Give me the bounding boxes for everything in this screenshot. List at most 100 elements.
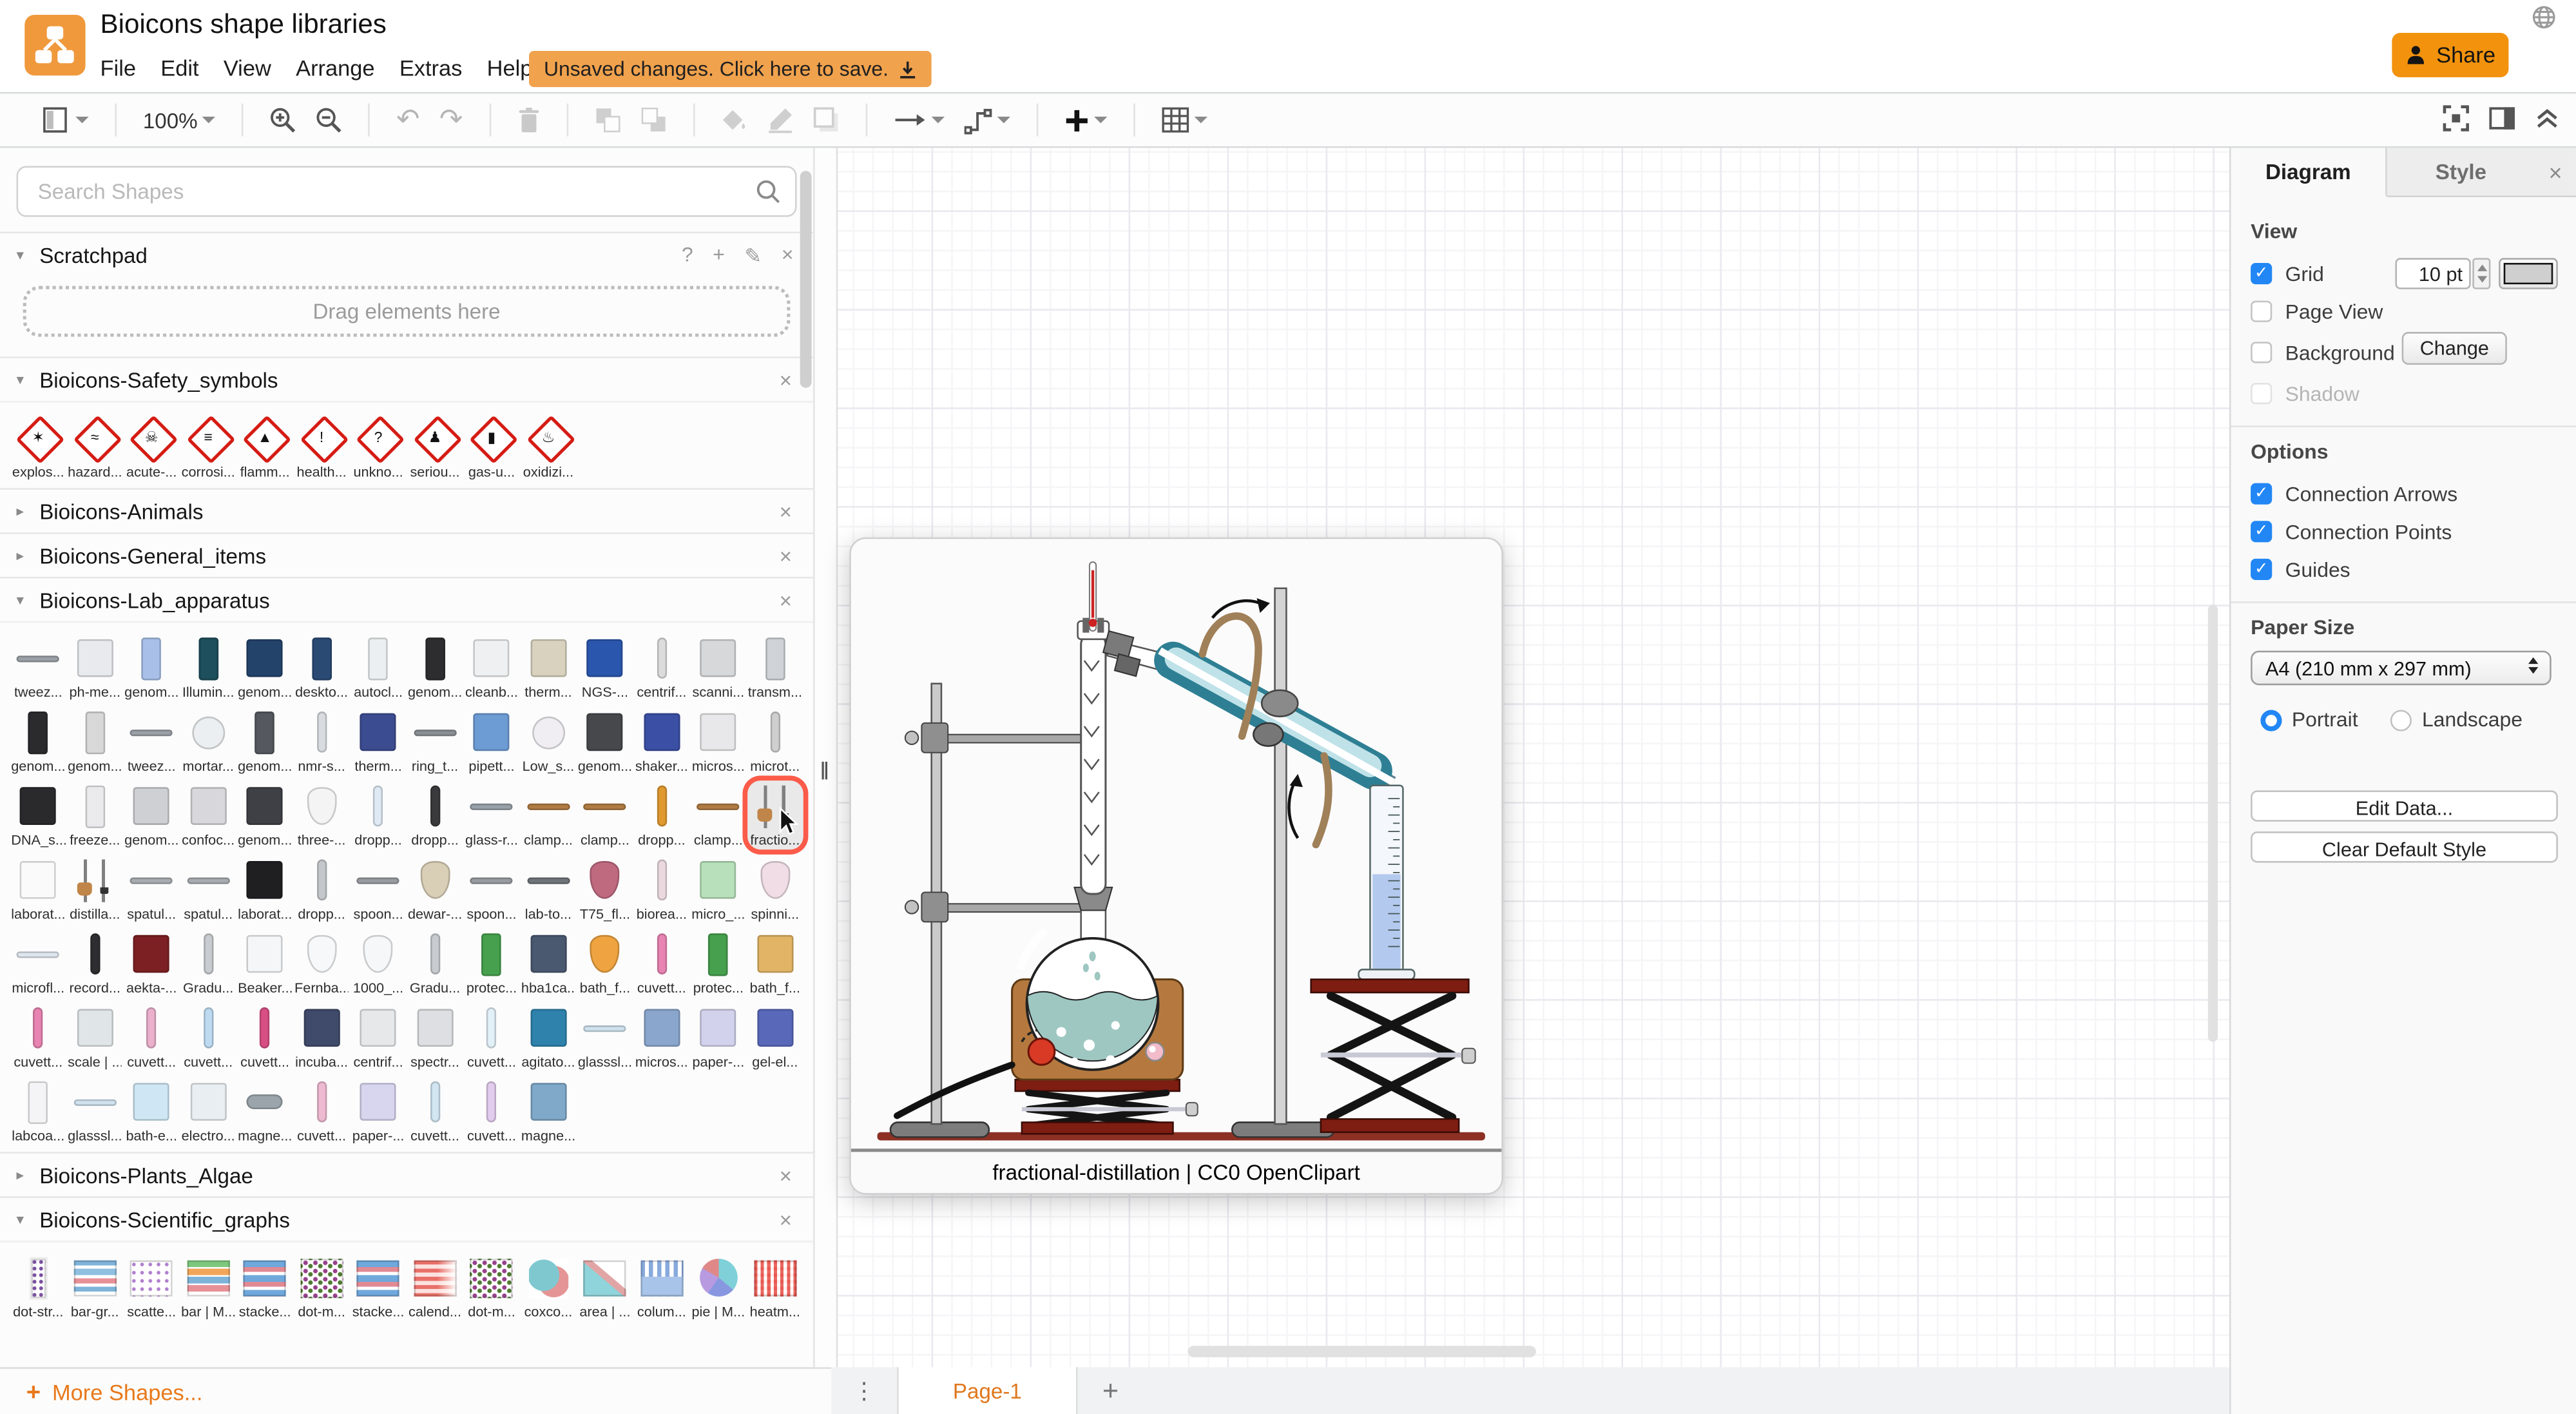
zoom-level-button[interactable]: 100% bbox=[143, 108, 216, 132]
shape-item-agitator[interactable]: agitato... bbox=[520, 1002, 577, 1071]
shape-item-microscope[interactable]: micros... bbox=[633, 1002, 690, 1071]
shape-item-dna-sequencer[interactable]: DNA_s... bbox=[10, 780, 66, 849]
background-checkbox[interactable] bbox=[2251, 342, 2273, 363]
shape-item-graduated-pipette[interactable]: Gradu... bbox=[407, 929, 463, 998]
shape-item-cuvette[interactable]: cuvett... bbox=[463, 1002, 520, 1071]
menu-arrange[interactable]: Arrange bbox=[296, 56, 374, 81]
shape-item-glass-slide[interactable]: glasssl... bbox=[66, 1076, 123, 1145]
page-tab[interactable]: Page-1 bbox=[897, 1367, 1078, 1414]
shape-item-genomics-machine[interactable]: genom... bbox=[577, 706, 633, 775]
shape-item-freezer[interactable]: freeze... bbox=[66, 780, 123, 849]
shape-item-cuvette[interactable]: cuvett... bbox=[180, 1002, 236, 1071]
table-button[interactable] bbox=[1161, 107, 1207, 133]
section-header[interactable]: ▸ Bioicons-General_items × bbox=[0, 534, 813, 577]
unsaved-changes-button[interactable]: Unsaved changes. Click here to save. bbox=[529, 51, 932, 88]
undo-button[interactable]: ↶ bbox=[396, 104, 419, 137]
shape-item-autoclave[interactable]: autocl... bbox=[350, 633, 407, 702]
shape-item-beakers[interactable]: Beaker... bbox=[236, 929, 293, 998]
waypoint-style-button[interactable] bbox=[964, 106, 1010, 134]
scratchpad-header[interactable]: ▾ Scratchpad ? + ✎ × bbox=[0, 233, 813, 276]
shape-item-gel-electrophoresis[interactable]: gel-el... bbox=[747, 1002, 803, 1071]
shape-item-thermal-cycler[interactable]: therm... bbox=[350, 706, 407, 775]
shape-item-magnetic-stir-bar[interactable]: magne... bbox=[236, 1076, 293, 1145]
shape-item-lab-tongs[interactable]: lab-to... bbox=[520, 855, 577, 924]
shape-item-hba1c-analyzer[interactable]: hba1ca... bbox=[520, 929, 577, 998]
menu-help[interactable]: Help bbox=[487, 56, 533, 81]
shape-item-corrosive-symbol[interactable]: ≡ corrosi... bbox=[180, 412, 236, 481]
language-globe-icon[interactable] bbox=[2532, 5, 2556, 35]
landscape-radio[interactable] bbox=[2390, 709, 2412, 731]
shape-item-clamp[interactable]: clamp... bbox=[690, 780, 747, 849]
shape-item-cuvette[interactable]: cuvett... bbox=[293, 1076, 350, 1145]
shape-item-clamp[interactable]: clamp... bbox=[577, 780, 633, 849]
shape-item-health-hazard-symbol[interactable]: ! health... bbox=[293, 412, 350, 481]
shape-item-tweezers[interactable]: tweez... bbox=[10, 633, 66, 702]
insert-button[interactable] bbox=[1064, 108, 1107, 132]
shape-item-bath-flask[interactable]: bath_f... bbox=[577, 929, 633, 998]
shape-item-genomics-machine[interactable]: genom... bbox=[236, 633, 293, 702]
shape-item-centrifuge[interactable]: centrif... bbox=[350, 1002, 407, 1071]
shape-item-cuvette[interactable]: cuvett... bbox=[10, 1002, 66, 1071]
shape-item-spinner-flask[interactable]: spinni... bbox=[747, 855, 803, 924]
shadow-button[interactable] bbox=[812, 107, 839, 133]
close-panel-button[interactable]: × bbox=[2535, 148, 2576, 195]
grid-checkbox[interactable]: ✓ bbox=[2251, 262, 2273, 285]
shape-item-cleanbench[interactable]: cleanb... bbox=[463, 633, 520, 702]
zoom-out-button[interactable] bbox=[316, 107, 342, 133]
shape-item-microtube[interactable]: microt... bbox=[747, 706, 803, 775]
share-button[interactable]: Share bbox=[2392, 32, 2509, 77]
shape-item-tweezers[interactable]: tweez... bbox=[123, 706, 180, 775]
shape-item-genomics-machine[interactable]: genom... bbox=[10, 706, 66, 775]
shape-item-dropper[interactable]: dropp... bbox=[407, 780, 463, 849]
edit-pencil-icon[interactable]: ✎ bbox=[745, 242, 762, 267]
close-icon[interactable]: × bbox=[774, 588, 797, 612]
shape-item-bath-flasks-rack[interactable]: bath_f... bbox=[747, 929, 803, 998]
shape-item-spatula[interactable]: spatul... bbox=[123, 855, 180, 924]
shape-item-distillation-setup[interactable]: distilla... bbox=[66, 855, 123, 924]
shape-item-ring-tool[interactable]: ring_t... bbox=[407, 706, 463, 775]
shape-item-genomics-machine[interactable]: genom... bbox=[123, 780, 180, 849]
shape-item-area-chart[interactable]: area | ... bbox=[577, 1252, 633, 1321]
search-icon[interactable] bbox=[756, 179, 780, 204]
format-panel-toggle-button[interactable] bbox=[2489, 107, 2515, 135]
shape-item-paper-chamber[interactable]: paper-... bbox=[350, 1076, 407, 1145]
shape-item-laboratory-jack[interactable]: laborat... bbox=[236, 855, 293, 924]
shape-item-unknown-hazard-symbol[interactable]: ? unkno... bbox=[350, 412, 407, 481]
scratchpad-dropzone[interactable]: Drag elements here bbox=[23, 286, 791, 337]
connection-points-checkbox[interactable]: ✓ bbox=[2251, 521, 2273, 543]
shape-item-paper-chamber[interactable]: paper-... bbox=[690, 1002, 747, 1071]
sidebar-resize-gutter[interactable]: ∥ bbox=[813, 148, 838, 1368]
shape-item-spoon[interactable]: spoon... bbox=[350, 855, 407, 924]
shape-item-genomics-machine[interactable]: genom... bbox=[236, 780, 293, 849]
shape-item-cuvette[interactable]: cuvett... bbox=[236, 1002, 293, 1071]
menu-edit[interactable]: Edit bbox=[160, 56, 198, 81]
section-header[interactable]: ▾ Bioicons-Lab_apparatus × bbox=[0, 578, 813, 621]
shape-item-spatula[interactable]: spatul... bbox=[180, 855, 236, 924]
shape-item-nmr-spectrometer[interactable]: nmr-s... bbox=[293, 706, 350, 775]
shape-item-scale[interactable]: scale | ... bbox=[66, 1002, 123, 1071]
to-back-button[interactable] bbox=[640, 107, 667, 133]
section-header[interactable]: ▾ Bioicons-Safety_symbols × bbox=[0, 358, 813, 401]
shape-item-genomics-machine[interactable]: genom... bbox=[407, 633, 463, 702]
shape-item-pipette-tips[interactable]: pipett... bbox=[463, 706, 520, 775]
clear-default-style-button[interactable]: Clear Default Style bbox=[2251, 831, 2558, 863]
change-background-button[interactable]: Change bbox=[2401, 332, 2507, 365]
shape-item-dot-matrix-chart[interactable]: dot-m... bbox=[293, 1252, 350, 1321]
shape-item-micro-slide[interactable]: micro_... bbox=[690, 855, 747, 924]
close-icon[interactable]: × bbox=[774, 367, 797, 392]
shape-item-fractional-distillation[interactable]: fractio... bbox=[746, 780, 803, 850]
document-title[interactable]: Bioicons shape libraries bbox=[101, 10, 387, 41]
grid-size-stepper[interactable] bbox=[2472, 258, 2491, 289]
shape-item-illumina-sequencer[interactable]: Illumin... bbox=[180, 633, 236, 702]
shape-item-genomics-machine[interactable]: genom... bbox=[123, 633, 180, 702]
delete-button[interactable] bbox=[517, 107, 541, 133]
shape-item-erlenmeyer-flask-1000[interactable]: 1000_... bbox=[350, 929, 407, 998]
shape-item-transmission-microscope[interactable]: transm... bbox=[747, 633, 803, 702]
close-icon[interactable]: × bbox=[774, 543, 797, 568]
pages-menu-button[interactable]: ⋮ bbox=[831, 1367, 897, 1414]
shape-item-environmental-hazard-symbol[interactable]: ≈ hazard... bbox=[66, 412, 123, 481]
close-icon[interactable]: × bbox=[774, 1207, 797, 1232]
menu-view[interactable]: View bbox=[224, 56, 271, 81]
shape-item-dropper-bottles[interactable]: dropp... bbox=[350, 780, 407, 849]
shape-item-glass-slide[interactable]: glasssl... bbox=[577, 1002, 633, 1071]
